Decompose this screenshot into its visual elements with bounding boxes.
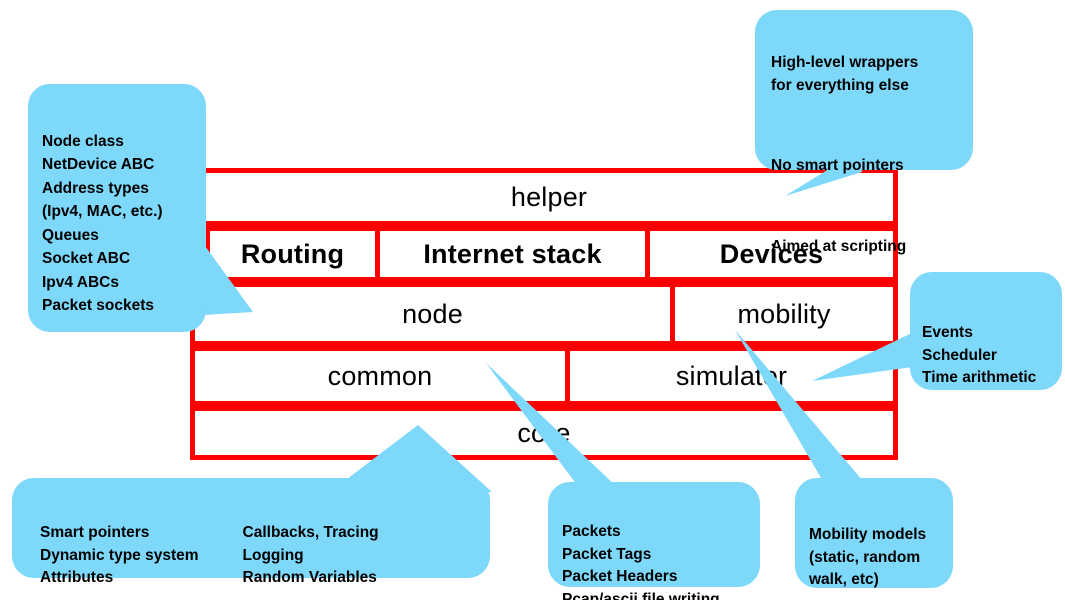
callout-mobility-details: Mobility models (static, random walk, et…	[795, 478, 953, 588]
layer-common[interactable]: common	[190, 346, 570, 406]
callout-core-column-left: Smart pointers Dynamic type system Attri…	[40, 524, 199, 587]
layer-node[interactable]: node	[190, 282, 675, 346]
callout-helper-spacer-1	[771, 120, 957, 133]
layer-core[interactable]: core	[190, 406, 898, 460]
callout-core-column-right: Callbacks, Tracing Logging Random Variab…	[242, 524, 379, 587]
layer-common-label: common	[327, 360, 433, 391]
callout-common-details-text: Packets Packet Tags Packet Headers Pcap/…	[562, 523, 720, 600]
layer-simulator[interactable]: simulator	[565, 346, 898, 406]
callout-helper-details-para3: Aimed at scripting	[771, 237, 907, 255]
callout-node-details-text: Node class NetDevice ABC Address types (…	[42, 132, 163, 315]
callout-helper-details: High-level wrappers for everything else …	[755, 10, 973, 255]
layer-routing[interactable]: Routing	[205, 226, 380, 282]
callout-mobility-details-text: Mobility models (static, random walk, et…	[809, 526, 927, 589]
layer-internet-stack[interactable]: Internet stack	[375, 226, 650, 282]
callout-helper-details-para2: No smart pointers	[771, 157, 904, 175]
callout-simulator-details: Events Scheduler Time arithmetic	[910, 272, 1062, 390]
layer-simulator-label: simulator	[675, 360, 788, 391]
layer-internet-stack-label: Internet stack	[423, 238, 602, 269]
layer-mobility[interactable]: mobility	[670, 282, 898, 346]
layer-routing-label: Routing	[240, 238, 345, 269]
callout-node-details: Node class NetDevice ABC Address types (…	[28, 84, 206, 332]
callout-common-details: Packets Packet Tags Packet Headers Pcap/…	[548, 482, 760, 600]
layer-node-label: node	[402, 298, 463, 329]
callout-helper-spacer-2	[771, 200, 957, 213]
layer-helper-label: helper	[510, 181, 588, 212]
callout-core-details: Smart pointers Dynamic type system Attri…	[12, 478, 490, 586]
callout-simulator-details-text: Events Scheduler Time arithmetic	[922, 324, 1037, 387]
architecture-diagram: helper Routing Internet stack Devices no…	[0, 0, 1065, 600]
callout-core-columns: Smart pointers Dynamic type system Attri…	[40, 522, 490, 589]
layer-mobility-label: mobility	[737, 298, 831, 329]
callout-helper-details-para1: High-level wrappers for everything else	[771, 54, 919, 94]
layer-core-label: core	[517, 417, 571, 448]
